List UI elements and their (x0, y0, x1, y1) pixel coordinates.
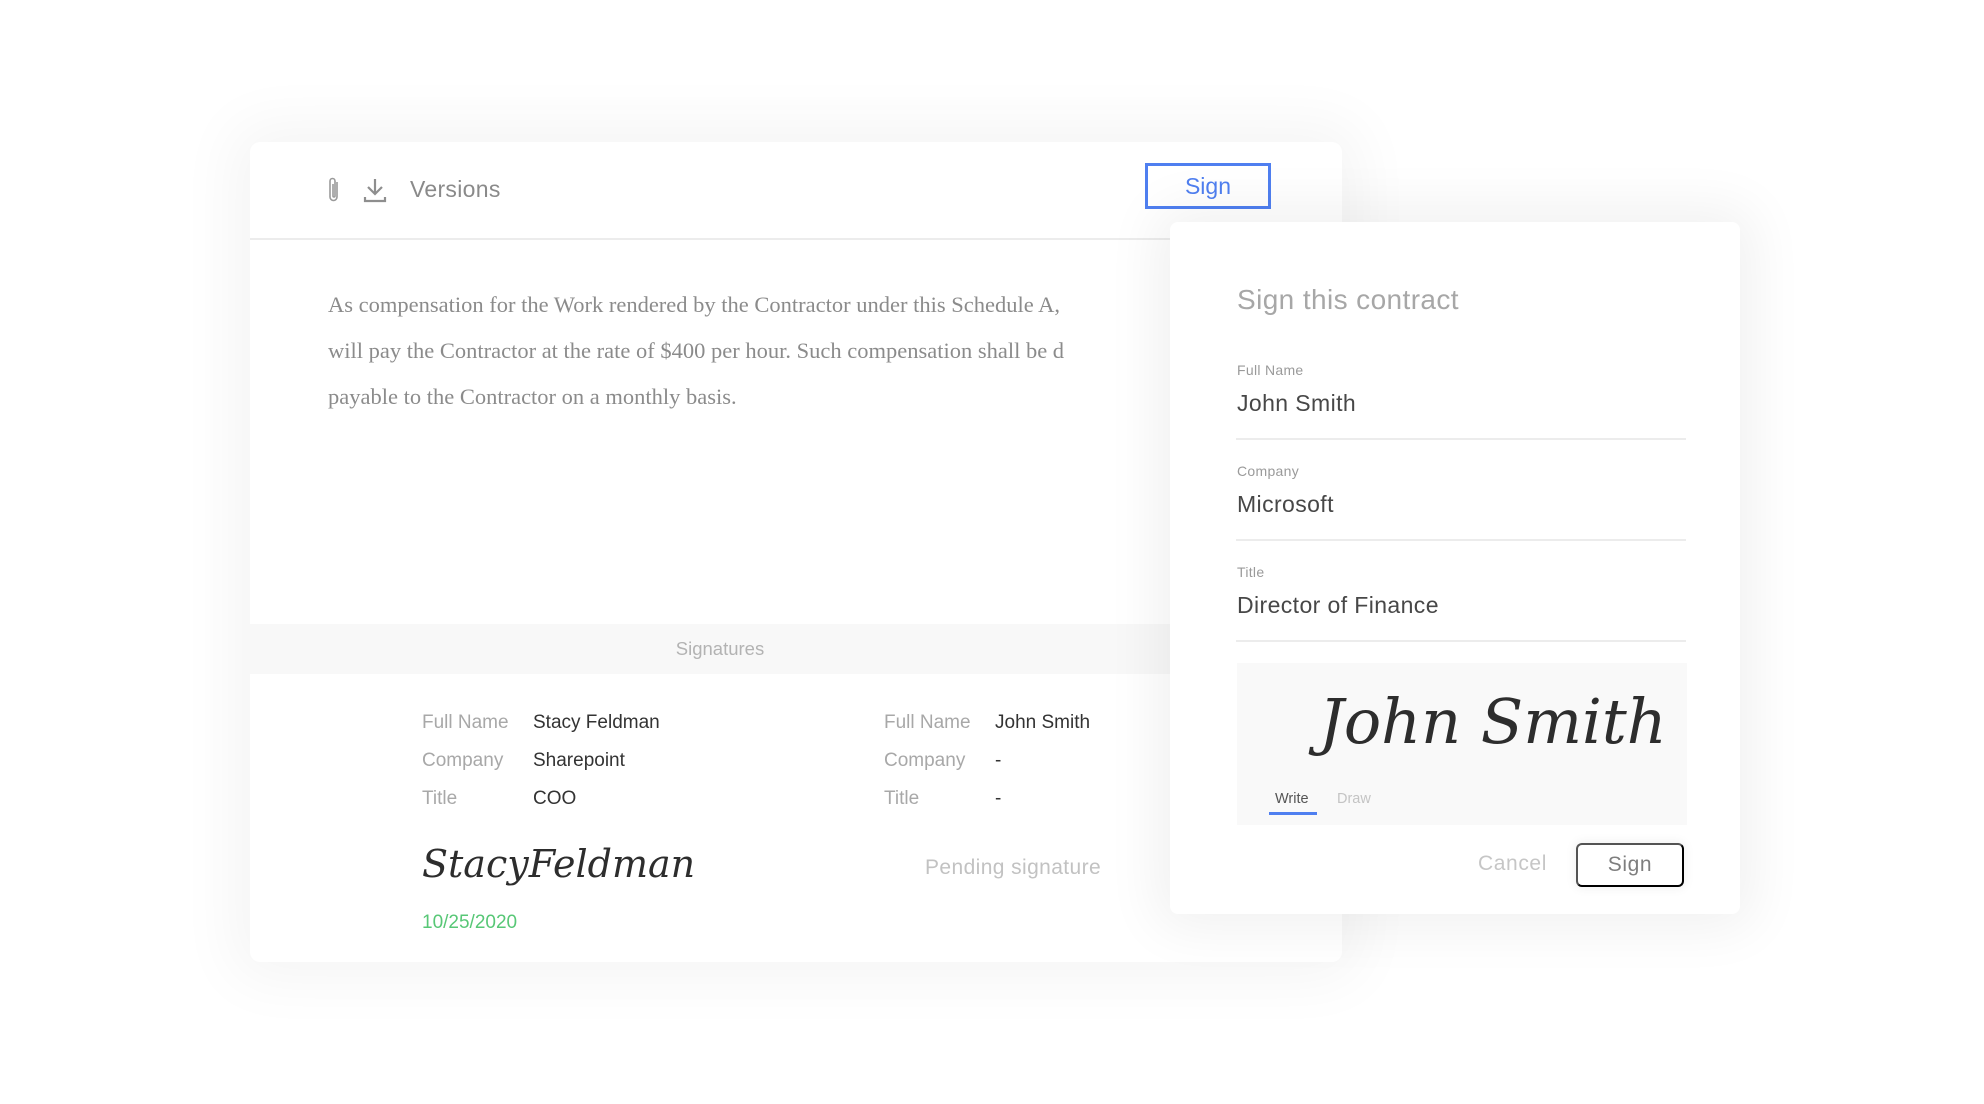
field-value[interactable]: John Smith (1237, 390, 1356, 417)
field-label: Company (1237, 463, 1300, 479)
signature-preview: John Smith (1319, 685, 1667, 758)
field-label: Title (884, 788, 920, 809)
body-line: payable to the Contractor on a monthly b… (328, 384, 737, 409)
field-label: Full Name (1237, 362, 1304, 378)
signature-stacy-feldman: StacyFeldman (422, 842, 696, 886)
field-label: Title (1237, 564, 1265, 580)
field-label: Company (422, 750, 504, 771)
signatures-heading: Signatures (250, 624, 1190, 674)
signer-field: Full Name Stacy Feldman (422, 712, 660, 750)
signer-field: Title - (884, 788, 1090, 826)
field-value[interactable]: Director of Finance (1237, 592, 1439, 619)
active-tab-indicator (1269, 812, 1317, 815)
sign-contract-modal: Sign this contract Full Name John Smith … (1170, 222, 1740, 914)
tab-write[interactable]: Write (1275, 791, 1309, 807)
body-line: will pay the Contractor at the rate of $… (328, 338, 1065, 363)
sign-button[interactable]: Sign (1145, 163, 1271, 209)
signer-field: Full Name John Smith (884, 712, 1090, 750)
field-value: - (995, 788, 1002, 809)
cancel-button[interactable]: Cancel (1478, 852, 1547, 876)
confirm-sign-button[interactable]: Sign (1576, 843, 1684, 887)
field-label: Title (422, 788, 458, 809)
field-label: Company (884, 750, 966, 771)
field-label: Full Name (884, 712, 971, 733)
company-field[interactable]: Company Microsoft (1236, 453, 1686, 541)
signature-pad[interactable]: John Smith Write Draw (1237, 663, 1687, 825)
body-line: As compensation for the Work rendered by… (328, 292, 1060, 317)
field-value: Sharepoint (533, 750, 625, 771)
signer-details-1: Full Name Stacy Feldman Company Sharepoi… (422, 712, 660, 826)
field-value: John Smith (995, 712, 1091, 733)
modal-title: Sign this contract (1237, 284, 1459, 315)
signer-field: Title COO (422, 788, 660, 826)
field-value[interactable]: Microsoft (1237, 491, 1334, 518)
signature-date: 10/25/2020 (422, 912, 518, 933)
field-value: - (995, 750, 1002, 771)
pending-signature-status: Pending signature (925, 856, 1102, 879)
field-label: Full Name (422, 712, 509, 733)
field-value: COO (533, 788, 577, 809)
signer-details-2: Full Name John Smith Company - Title - (884, 712, 1090, 826)
paperclip-icon[interactable] (326, 176, 352, 204)
contract-body-text: As compensation for the Work rendered by… (328, 282, 1228, 420)
title-field[interactable]: Title Director of Finance (1236, 554, 1686, 642)
field-value: Stacy Feldman (533, 712, 660, 733)
full-name-field[interactable]: Full Name John Smith (1236, 352, 1686, 440)
signer-field: Company - (884, 750, 1090, 788)
signer-field: Company Sharepoint (422, 750, 660, 788)
download-icon[interactable] (362, 176, 388, 204)
versions-link[interactable]: Versions (410, 176, 501, 203)
tab-draw[interactable]: Draw (1337, 791, 1371, 807)
